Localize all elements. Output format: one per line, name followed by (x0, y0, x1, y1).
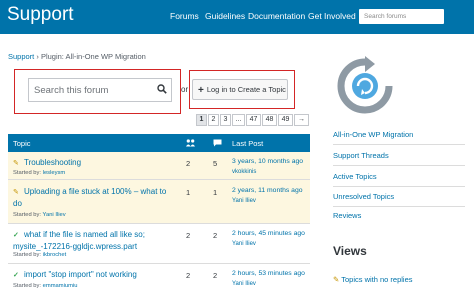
login-button-label: Log in to Create a Topic (206, 85, 286, 94)
plugin-icon (337, 56, 393, 114)
last-post-user[interactable]: Yani Iliev (232, 241, 256, 247)
table-row: ✎ Uploading a file stuck at 100% – what t… (8, 180, 310, 224)
topic-title[interactable]: ✎ Troubleshooting (13, 157, 81, 169)
pin-icon: ✎ (13, 160, 19, 167)
check-icon: ✓ (13, 232, 19, 239)
post-count: 5 (213, 159, 218, 168)
last-post-time[interactable]: 2 years, 11 months ago (232, 186, 303, 196)
topics-table-header: Topic Last Post (8, 134, 310, 152)
last-post-time[interactable]: 2 hours, 53 minutes ago (232, 269, 305, 279)
search-icon[interactable] (157, 84, 167, 94)
divider (333, 206, 465, 207)
post-count: 1 (213, 188, 218, 197)
topic-title[interactable]: ✓ what if the file is named all like so; m… (13, 229, 145, 252)
last-post-user[interactable]: Yani Iliev (232, 281, 256, 287)
sidebar-reviews[interactable]: Reviews (333, 211, 361, 220)
nav-documentation[interactable]: Documentation (248, 10, 305, 22)
topic-author[interactable]: Yani Iliev (43, 212, 66, 218)
or-label: or (181, 85, 189, 94)
forum-search-input[interactable]: Search this forum (28, 78, 172, 102)
col-topic: Topic (13, 139, 31, 148)
view-topics-no-replies[interactable]: ✎ Topics with no replies (333, 275, 413, 284)
nav-get-involved[interactable]: Get Involved (308, 10, 356, 22)
topic-started-by: Started by: ikbrochet (13, 252, 67, 258)
breadcrumb-current: Plugin: All-in-One WP Migration (40, 52, 146, 61)
page-next[interactable]: → (294, 114, 309, 126)
breadcrumb: Support › Plugin: All-in-One WP Migratio… (8, 52, 146, 61)
topic-title[interactable]: ✓ import "stop import" not working (13, 269, 137, 281)
divider (333, 186, 465, 187)
header-search-input[interactable]: Search forums (359, 9, 444, 24)
last-post-time[interactable]: 2 hours, 45 minutes ago (232, 229, 305, 239)
forum-search-placeholder: Search this forum (34, 85, 109, 96)
sidebar-support-threads[interactable]: Support Threads (333, 151, 389, 160)
page-ellipsis: ... (232, 114, 245, 126)
post-count: 2 (213, 231, 218, 240)
table-row: ✓ import "stop import" not working Starte… (8, 264, 310, 297)
page-49[interactable]: 49 (278, 114, 293, 126)
site-header: Support Forums Guidelines Documentation … (0, 0, 474, 34)
divider (333, 144, 465, 145)
voice-count: 1 (186, 188, 191, 197)
site-logo[interactable]: Support (7, 4, 74, 26)
pin-icon: ✎ (333, 275, 342, 284)
topic-author[interactable]: emmamiumiu (43, 283, 78, 289)
page-47[interactable]: 47 (246, 114, 261, 126)
sidebar-active-topics[interactable]: Active Topics (333, 172, 377, 181)
posts-icon (213, 139, 222, 147)
topic-started-by: Started by: lesleysm (13, 170, 66, 176)
plus-icon: + (198, 85, 204, 96)
topic-title[interactable]: ✎ Uploading a file stuck at 100% – what t… (13, 186, 166, 209)
divider (333, 165, 465, 166)
page-2[interactable]: 2 (208, 114, 219, 126)
sidebar-plugin-name[interactable]: All-in-One WP Migration (333, 130, 413, 139)
post-count: 2 (213, 271, 218, 280)
voice-count: 2 (186, 231, 191, 240)
check-icon: ✓ (13, 272, 19, 279)
col-last-post: Last Post (232, 139, 264, 148)
table-row: ✎ Troubleshooting Started by: lesleysm 2 … (8, 152, 310, 180)
table-row: ✓ what if the file is named all like so; m… (8, 224, 310, 264)
voice-count: 2 (186, 271, 191, 280)
last-post-user[interactable]: Yani Iliev (232, 198, 256, 204)
topic-started-by: Started by: Yani Iliev (13, 212, 66, 218)
voices-icon (186, 139, 195, 147)
sidebar-unresolved-topics[interactable]: Unresolved Topics (333, 192, 394, 201)
login-to-create-topic-button[interactable]: + Log in to Create a Topic (192, 79, 288, 100)
page-48[interactable]: 48 (262, 114, 277, 126)
last-post-user[interactable]: vkokkinis (232, 169, 256, 175)
nav-guidelines[interactable]: Guidelines (205, 10, 245, 22)
page-3[interactable]: 3 (220, 114, 231, 126)
breadcrumb-home[interactable]: Support (8, 52, 34, 61)
voice-count: 2 (186, 159, 191, 168)
last-post-time[interactable]: 3 years, 10 months ago (232, 157, 303, 167)
topic-started-by: Started by: emmamiumiu (13, 283, 78, 289)
topic-author[interactable]: ikbrochet (43, 252, 67, 258)
page-1[interactable]: 1 (196, 114, 207, 126)
topic-author[interactable]: lesleysm (43, 170, 66, 176)
pin-icon: ✎ (13, 189, 19, 196)
nav-forums[interactable]: Forums (170, 10, 199, 22)
views-heading: Views (333, 244, 367, 258)
breadcrumb-separator: › (34, 52, 41, 61)
